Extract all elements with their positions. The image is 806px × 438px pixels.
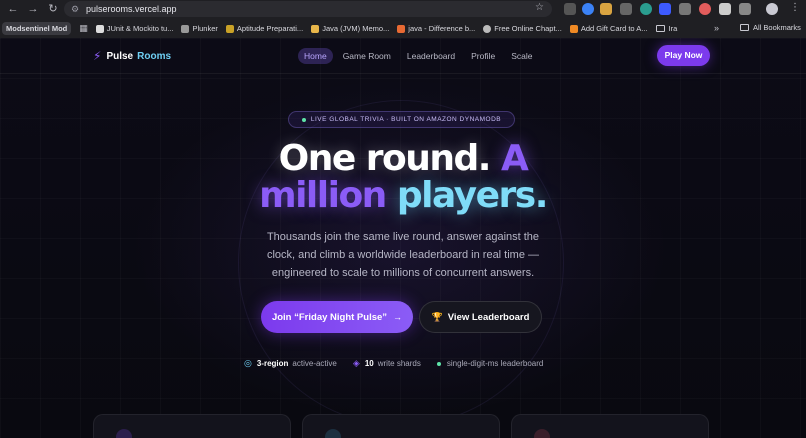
bookmark-item[interactable]: Add Gift Card to A... (569, 24, 648, 33)
bookmark-item[interactable]: Aptitude Preparati... (225, 24, 303, 33)
feature-card (302, 414, 500, 438)
stats-row: ◎ 3-region active-active ◈ 10 write shar… (244, 358, 559, 369)
all-bookmarks-folder[interactable]: All Bookmarks (740, 23, 801, 32)
extension-icon[interactable] (564, 3, 576, 15)
web-page: ⚡ Pulse Rooms Home Game Room Leaderboard… (0, 38, 806, 438)
stat-value: 10 (364, 359, 374, 368)
bookmark-item[interactable]: JUnit & Mockito tu... (95, 24, 173, 33)
browser-menu-icon[interactable]: ⋮ (790, 2, 800, 14)
nav-scale[interactable]: Scale (505, 48, 538, 64)
address-bar[interactable]: ⚙ pulserooms.vercel.app ☆ (64, 1, 552, 17)
nav-home[interactable]: Home (298, 48, 333, 64)
nav-profile[interactable]: Profile (465, 48, 501, 64)
bookmark-folder[interactable]: Ira (655, 24, 677, 33)
headline-purple-text: million (259, 175, 387, 216)
headline-white-text: One round. (278, 138, 492, 179)
bookmarks-bar: Modsentinel Mod ▦ JUnit & Mockito tu... … (0, 20, 806, 37)
globe-icon: ◎ (244, 358, 252, 368)
extension-icon[interactable] (679, 3, 691, 15)
nav-leaderboard[interactable]: Leaderboard (401, 48, 461, 64)
stat-label: single-digit-ms leaderboard (446, 359, 544, 368)
headline-purple-text: A (501, 138, 529, 179)
favicon-icon (181, 24, 190, 33)
browser-chrome: ← → ↻ ⚙ pulserooms.vercel.app ☆ ⋮ Modsen… (0, 0, 806, 38)
site-info-icon[interactable]: ⚙ (68, 4, 82, 15)
bookmark-item[interactable]: Plunker (181, 24, 218, 33)
forward-icon[interactable]: → (26, 2, 40, 16)
play-now-button[interactable]: Play Now (657, 45, 710, 66)
back-icon[interactable]: ← (6, 2, 20, 16)
stat-shards: ◈ 10 write shards (353, 358, 421, 369)
favicon-icon (311, 24, 320, 33)
favicon-icon (95, 24, 104, 33)
hero-badge: LIVE GLOBAL TRIVIA · BUILT ON AMAZON DYN… (288, 111, 515, 128)
profile-avatar[interactable] (766, 3, 778, 15)
favicon-icon (225, 24, 234, 33)
extension-icon[interactable] (582, 3, 594, 15)
bookmark-item[interactable]: Java (JVM) Memo... (311, 24, 389, 33)
trophy-icon: 🏆 (431, 311, 443, 322)
headline-line-1: One round. A (0, 140, 806, 178)
hero-badge-text: LIVE GLOBAL TRIVIA · BUILT ON AMAZON DYN… (310, 116, 502, 123)
extensions-puzzle-icon[interactable] (739, 3, 751, 15)
extension-icon[interactable] (600, 3, 612, 15)
join-round-button[interactable]: Join “Friday Night Pulse” → (261, 301, 413, 333)
feature-card (93, 414, 291, 438)
browser-toolbar: ← → ↻ ⚙ pulserooms.vercel.app ☆ ⋮ (0, 0, 806, 18)
more-bookmarks-icon[interactable]: » (714, 23, 719, 33)
view-leaderboard-label: View Leaderboard (447, 311, 530, 323)
bookmark-star-icon[interactable]: ☆ (535, 2, 544, 13)
extension-icon[interactable] (699, 3, 711, 15)
bookmark-item[interactable]: Free Online Chapt... (483, 24, 562, 33)
apps-grid-icon[interactable]: ▦ (79, 23, 88, 34)
view-leaderboard-button[interactable]: 🏆 View Leaderboard (419, 301, 542, 333)
brand-logo[interactable]: ⚡ Pulse Rooms (93, 49, 171, 63)
folder-icon (740, 24, 749, 31)
brand-name-part2: Rooms (137, 50, 172, 62)
bookmark-item[interactable]: Modsentinel Mod (2, 22, 72, 35)
extension-icon[interactable] (640, 3, 652, 15)
live-dot-icon (301, 117, 306, 122)
nav-game-room[interactable]: Game Room (337, 48, 397, 64)
url-text: pulserooms.vercel.app (86, 4, 177, 14)
site-header: ⚡ Pulse Rooms Home Game Room Leaderboard… (0, 38, 806, 74)
headline-cyan-text: players. (396, 175, 549, 216)
stat-label: write shards (377, 359, 421, 368)
favicon-icon (483, 24, 492, 33)
stat-label: active-active (292, 359, 337, 368)
site-nav: Home Game Room Leaderboard Profile Scale (298, 48, 542, 64)
brand-name-part1: Pulse (106, 50, 134, 62)
card-icon (325, 429, 341, 438)
hero-subtext: Thousands join the same live round, answ… (266, 231, 540, 279)
stat-latency: single-digit-ms leaderboard (436, 359, 544, 368)
extension-icon[interactable] (659, 3, 671, 15)
layers-icon: ◈ (352, 358, 360, 368)
feature-card (511, 414, 709, 438)
card-icon (534, 429, 550, 438)
arrow-right-icon: → (393, 312, 403, 322)
extension-icon[interactable] (719, 3, 731, 15)
folder-icon (655, 25, 665, 32)
join-round-label: Join “Friday Night Pulse” (271, 311, 388, 323)
headline-line-2: million players. (0, 177, 806, 215)
stat-value: 3-region (256, 359, 289, 368)
bolt-icon: ⚡ (93, 49, 102, 63)
card-icon (116, 429, 132, 438)
favicon-icon (397, 24, 406, 33)
bookmark-item[interactable]: java - Difference b... (397, 24, 475, 33)
extension-icon[interactable] (620, 3, 632, 15)
stat-regions: ◎ 3-region active-active (244, 358, 337, 369)
favicon-icon (569, 24, 578, 33)
status-dot-icon (436, 361, 441, 366)
reload-icon[interactable]: ↻ (46, 2, 60, 16)
